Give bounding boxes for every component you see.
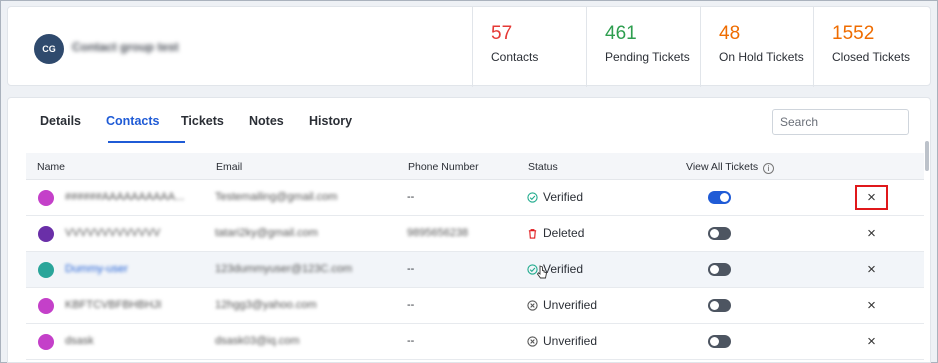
tab-tickets[interactable]: Tickets <box>181 114 224 128</box>
avatar <box>38 262 54 278</box>
contacts-panel: Details Contacts Tickets Notes History N… <box>7 97 931 363</box>
remove-contact-button[interactable]: × <box>855 293 888 318</box>
stat-label: Contacts <box>491 50 539 64</box>
status-badge: Verified <box>527 190 583 204</box>
column-header-email: Email <box>216 161 243 173</box>
tab-contacts[interactable]: Contacts <box>106 114 159 128</box>
stat-pending-tickets: 461 Pending Tickets <box>586 7 700 87</box>
contact-email: 12hgg3@yahoo.com <box>215 299 317 311</box>
contact-email: 123dummyuser@123C.com <box>215 263 353 275</box>
contact-email: tatari2ky@gmail.com <box>215 227 318 239</box>
remove-contact-button[interactable]: × <box>855 221 888 246</box>
column-header-phone: Phone Number <box>408 161 479 173</box>
avatar <box>38 334 54 350</box>
contact-phone: -- <box>407 263 415 275</box>
table-row[interactable]: ######AAAAAAAAAA... Testemailing@gmail.c… <box>26 180 924 216</box>
column-header-name: Name <box>37 161 66 173</box>
stat-value: 461 <box>605 23 637 44</box>
view-all-tickets-toggle[interactable] <box>708 299 731 312</box>
vertical-scrollbar[interactable] <box>925 141 929 171</box>
toggle-knob <box>710 337 719 346</box>
status-text: Unverified <box>543 298 598 312</box>
contacts-table: Name Email Phone Number Status View All … <box>26 153 924 360</box>
remove-contact-button[interactable]: × <box>855 185 888 210</box>
stat-value: 57 <box>491 23 513 44</box>
avatar <box>38 226 54 242</box>
stat-label: Pending Tickets <box>605 50 690 64</box>
stat-value: 1552 <box>832 23 875 44</box>
avatar <box>38 298 54 314</box>
stat-closed-tickets: 1552 Closed Tickets <box>813 7 930 87</box>
mouse-pointer-icon <box>536 265 548 279</box>
status-text: Verified <box>543 190 584 204</box>
contact-phone: -- <box>407 191 415 203</box>
toggle-knob <box>710 301 719 310</box>
contact-name[interactable]: ######AAAAAAAAAA... <box>65 191 184 203</box>
contact-phone: -- <box>407 299 415 311</box>
active-tab-indicator <box>108 141 185 143</box>
status-badge: Unverified <box>527 298 597 312</box>
stat-label: Closed Tickets <box>832 50 911 64</box>
trash-icon <box>528 228 537 239</box>
stat-value: 48 <box>719 23 741 44</box>
toggle-knob <box>710 265 719 274</box>
group-avatar: CG <box>34 34 64 64</box>
toggle-knob <box>710 229 719 238</box>
view-all-tickets-toggle[interactable] <box>708 191 731 204</box>
toggle-knob <box>720 193 729 202</box>
check-circle-icon <box>527 191 538 203</box>
contact-name[interactable]: KBFTCVBFBHBHJI <box>65 299 162 311</box>
tab-details[interactable]: Details <box>40 114 81 128</box>
table-row[interactable]: dsask dsask03@iq.com -- Unverified × <box>26 324 924 360</box>
status-text: Unverified <box>543 334 598 348</box>
search-input[interactable] <box>772 109 909 135</box>
contact-name[interactable]: Dummy-user <box>65 263 128 275</box>
avatar <box>38 190 54 206</box>
column-header-view-all-tickets: View All Tickets i <box>686 161 775 174</box>
status-text: Deleted <box>543 226 585 240</box>
contact-name[interactable]: dsask <box>65 335 94 347</box>
contact-name[interactable]: VVVVVVVVVVVVV <box>65 227 160 239</box>
status-badge: Unverified <box>527 334 597 348</box>
x-circle-icon <box>527 335 538 347</box>
contact-group-header: CG Contact group test 57 Contacts 461 Pe… <box>7 6 931 87</box>
contact-phone: -- <box>407 335 415 347</box>
contact-phone: 9895656238 <box>407 227 469 239</box>
table-row[interactable]: KBFTCVBFBHBHJI 12hgg3@yahoo.com -- Unver… <box>26 288 924 324</box>
column-header-status: Status <box>528 161 558 173</box>
status-text: Verified <box>543 262 584 276</box>
stat-contacts: 57 Contacts <box>472 7 586 87</box>
table-header: Name Email Phone Number Status View All … <box>26 153 924 180</box>
remove-contact-button[interactable]: × <box>855 257 888 282</box>
x-circle-icon <box>527 299 538 311</box>
view-all-tickets-toggle[interactable] <box>708 263 731 276</box>
view-all-tickets-toggle[interactable] <box>708 335 731 348</box>
status-badge: Deleted <box>527 226 584 240</box>
stat-on-hold-tickets: 48 On Hold Tickets <box>700 7 813 87</box>
view-all-tickets-toggle[interactable] <box>708 227 731 240</box>
group-name: Contact group test <box>72 40 179 54</box>
contact-email: dsask03@iq.com <box>215 335 300 347</box>
remove-contact-button[interactable]: × <box>855 329 888 354</box>
view-all-tickets-label: View All Tickets <box>686 161 759 173</box>
tab-history[interactable]: History <box>309 114 352 128</box>
info-icon[interactable]: i <box>763 163 775 174</box>
contact-email: Testemailing@gmail.com <box>215 191 338 203</box>
table-row[interactable]: VVVVVVVVVVVVV tatari2ky@gmail.com 989565… <box>26 216 924 252</box>
table-row[interactable]: Dummy-user 123dummyuser@123C.com -- Veri… <box>26 252 924 288</box>
tab-notes[interactable]: Notes <box>249 114 284 128</box>
stat-label: On Hold Tickets <box>719 50 804 64</box>
